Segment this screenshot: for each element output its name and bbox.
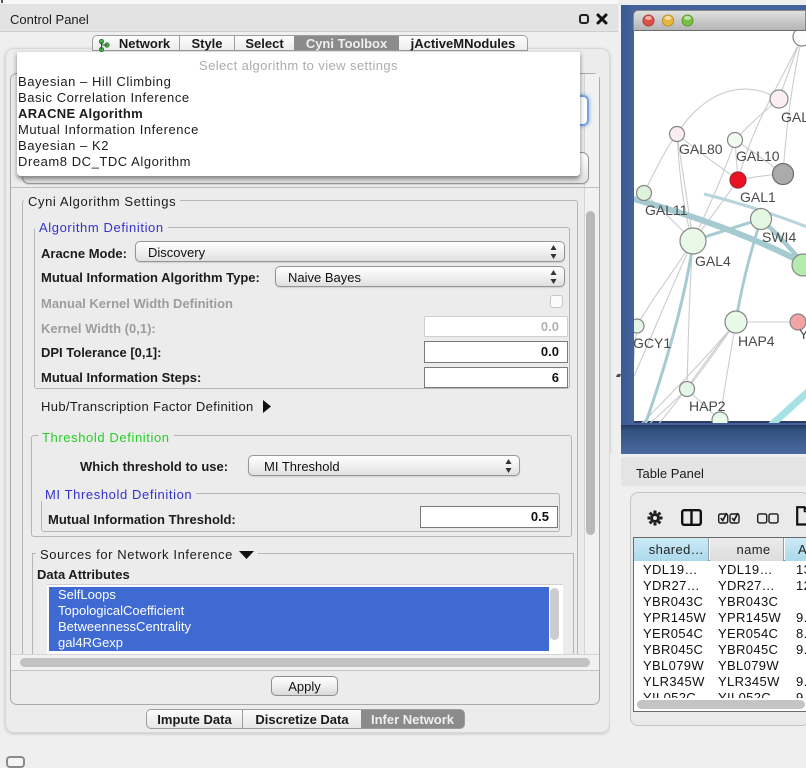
svg-text:GCY1: GCY1	[634, 335, 671, 351]
svg-text:GAL80: GAL80	[679, 141, 723, 157]
svg-text:GAL11: GAL11	[645, 202, 688, 218]
svg-text:Y: Y	[799, 326, 806, 342]
svg-text:HAP4: HAP4	[738, 333, 775, 349]
svg-text:GAL1: GAL1	[740, 189, 776, 205]
svg-text:GAL4: GAL4	[695, 253, 731, 269]
svg-text:HAP2: HAP2	[689, 398, 726, 414]
svg-text:GAL10: GAL10	[736, 148, 780, 164]
svg-text:SWI4: SWI4	[762, 229, 796, 245]
svg-text:GAL2: GAL2	[781, 109, 806, 125]
